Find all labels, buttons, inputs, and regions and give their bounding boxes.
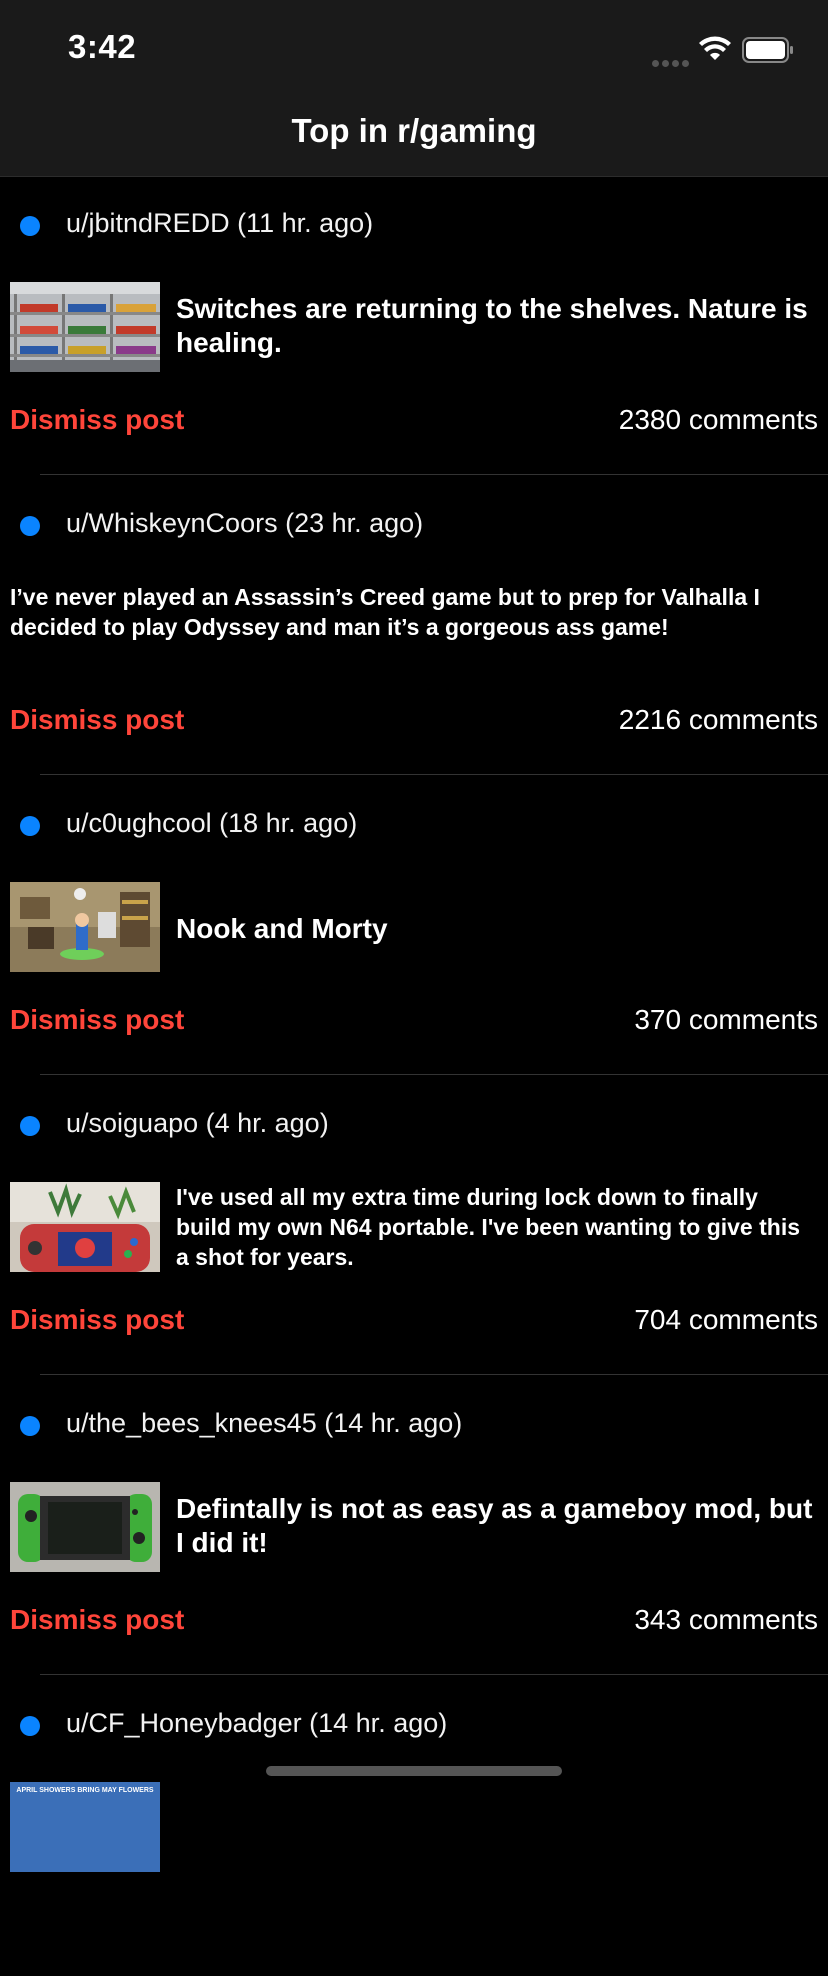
dismiss-post-button[interactable]: Dismiss post [10,704,184,736]
navigation-bar: Top in r/gaming [0,100,828,177]
post-item[interactable]: u/WhiskeynCoors (23 hr. ago) I’ve never … [0,476,828,776]
signal-dots-icon [652,54,692,67]
unread-dot-icon [20,1716,40,1736]
divider [40,774,828,775]
divider [40,474,828,475]
comments-link[interactable]: 2380 comments [619,404,818,436]
n64-portable-image [10,1182,160,1272]
unread-dot-icon [20,216,40,236]
post-item[interactable]: u/CF_Honeybadger (14 hr. ago) APRIL SHOW… [0,1676,828,1976]
post-author: u/soiguapo (4 hr. ago) [66,1108,329,1138]
comments-link[interactable]: 2216 comments [619,704,818,736]
post-thumbnail[interactable] [10,1182,160,1272]
status-bar: 3:42 [0,0,828,100]
post-thumbnail[interactable] [10,1482,160,1572]
wifi-icon [699,36,731,60]
unread-dot-icon [20,1116,40,1136]
dismiss-post-button[interactable]: Dismiss post [10,1304,184,1336]
battery-icon [742,37,793,63]
post-item[interactable]: u/the_bees_knees45 (14 hr. ago) Defintal… [0,1376,828,1676]
comments-link[interactable]: 370 comments [634,1004,818,1036]
unread-dot-icon [20,816,40,836]
comments-link[interactable]: 704 comments [634,1304,818,1336]
dismiss-post-button[interactable]: Dismiss post [10,1604,184,1636]
post-author: u/the_bees_knees45 (14 hr. ago) [66,1408,463,1438]
post-thumbnail[interactable] [10,282,160,372]
post-title[interactable]: I've used all my extra time during lock … [176,1182,816,1272]
thumbnail-caption: APRIL SHOWERS BRING MAY FLOWERS [16,1787,153,1794]
post-author: u/c0ughcool (18 hr. ago) [66,808,358,838]
post-title[interactable]: I’ve never played an Assassin’s Creed ga… [10,582,816,642]
divider [40,1374,828,1375]
post-author: u/jbitndREDD (11 hr. ago) [66,208,374,238]
post-author: u/WhiskeynCoors (23 hr. ago) [66,508,424,538]
unread-dot-icon [20,516,40,536]
green-handheld-image [10,1482,160,1572]
post-title[interactable]: Switches are returning to the shelves. N… [176,292,816,360]
post-item[interactable]: u/soiguapo (4 hr. ago) I've used all my … [0,1076,828,1376]
home-indicator[interactable] [266,1766,562,1776]
post-title[interactable]: Defintally is not as easy as a gameboy m… [176,1492,816,1560]
post-thumbnail[interactable]: APRIL SHOWERS BRING MAY FLOWERS [10,1782,160,1872]
dismiss-post-button[interactable]: Dismiss post [10,404,184,436]
page-title: Top in r/gaming [291,112,537,149]
divider [40,1674,828,1675]
divider [40,1074,828,1075]
post-thumbnail[interactable] [10,882,160,972]
meme-image: APRIL SHOWERS BRING MAY FLOWERS [10,1782,160,1872]
post-title[interactable]: Nook and Morty [176,912,816,946]
unread-dot-icon [20,1416,40,1436]
store-shelves-image [10,282,160,372]
comments-link[interactable]: 343 comments [634,1604,818,1636]
post-item[interactable]: u/jbitndREDD (11 hr. ago) Switches are r… [0,176,828,476]
post-author: u/CF_Honeybadger (14 hr. ago) [66,1708,448,1738]
dismiss-post-button[interactable]: Dismiss post [10,1004,184,1036]
game-room-image [10,882,160,972]
status-time: 3:42 [68,28,137,65]
post-item[interactable]: u/c0ughcool (18 hr. ago) Nook and Morty … [0,776,828,1076]
